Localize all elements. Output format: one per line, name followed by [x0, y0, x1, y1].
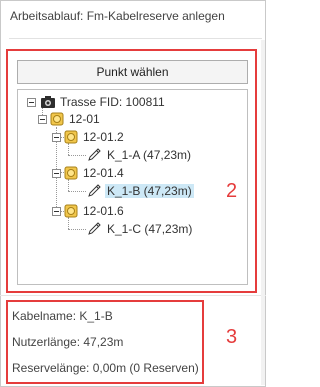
- tree-node-label: Trasse FID: 100811: [60, 95, 165, 109]
- tree-node-label-selected: K_1-B (47,23m): [105, 184, 194, 198]
- collapse-icon[interactable]: [52, 206, 61, 216]
- pencil-icon: [88, 148, 101, 161]
- tree-node-12-01-6[interactable]: 12-01.6: [52, 203, 126, 219]
- usable-length-text: Nutzerlänge: 47,23m: [12, 335, 124, 349]
- collapse-icon[interactable]: [52, 132, 61, 142]
- tree-connector: [68, 229, 86, 230]
- panel-title: Arbeitsablauf: Fm-Kabelreserve anlegen: [10, 9, 225, 23]
- pencil-icon: [88, 184, 101, 197]
- tree-node-label: K_1-A (47,23m): [107, 148, 192, 162]
- tree-node-trasse[interactable]: Trasse FID: 100811: [27, 94, 167, 110]
- collapse-icon[interactable]: [52, 168, 61, 178]
- tree-node-12-01-4[interactable]: 12-01.4: [52, 165, 126, 181]
- tree-node-label: K_1-C (47,23m): [107, 222, 193, 236]
- tree-node-12-01-2[interactable]: 12-01.2: [52, 129, 126, 145]
- tree-node-label: 12-01.4: [83, 166, 124, 180]
- collapse-icon[interactable]: [27, 97, 36, 107]
- annotation-number-2: 2: [226, 180, 238, 202]
- tree-connector: [68, 191, 86, 192]
- tree-node-label: 12-01.6: [83, 204, 124, 218]
- reserve-length-text: Reservelänge: 0,00m (0 Reserven): [12, 361, 199, 375]
- tree-node-label: 12-01.2: [83, 130, 124, 144]
- collapse-icon[interactable]: [38, 114, 47, 124]
- yellow-node-icon: [64, 204, 78, 218]
- tree-node-12-01[interactable]: 12-01: [38, 111, 102, 127]
- yellow-node-icon: [64, 166, 78, 180]
- title-separator: [9, 38, 262, 39]
- yellow-node-icon: [64, 130, 78, 144]
- select-point-button[interactable]: Punkt wählen: [17, 60, 248, 84]
- yellow-node-icon: [50, 112, 64, 126]
- tree-node-k1-c[interactable]: K_1-C (47,23m): [86, 221, 194, 237]
- tree-view[interactable]: Trasse FID: 100811 12-01 12-01.2 K_1-A (…: [17, 89, 248, 285]
- tree-node-k1-a[interactable]: K_1-A (47,23m): [86, 147, 193, 163]
- tree-node-k1-b[interactable]: K_1-B (47,23m): [86, 183, 194, 199]
- camera-icon: [41, 96, 55, 108]
- cable-name-text: Kabelname: K_1-B: [12, 309, 113, 323]
- annotation-number-3: 3: [226, 326, 238, 348]
- tree-node-label: 12-01: [69, 112, 100, 126]
- vertical-scrollbar[interactable]: [261, 40, 265, 385]
- pencil-icon: [88, 222, 101, 235]
- tree-connector: [68, 155, 86, 156]
- section-divider: [0, 295, 266, 296]
